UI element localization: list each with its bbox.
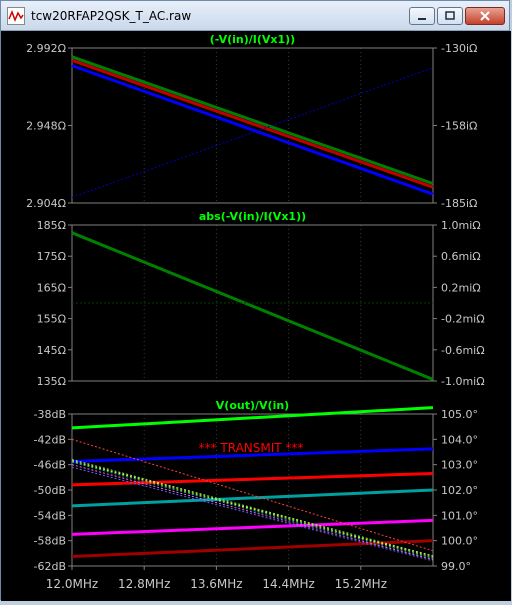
y2-tick-label: -1.0miΩ xyxy=(441,375,485,388)
y2-tick-label: 0.6miΩ xyxy=(441,250,481,263)
plot-panel-1: (-V(in)/I(Vx1)) 2.992Ω 2.948Ω 2.904Ω -130iΩ -… xyxy=(26,33,477,210)
minimize-button[interactable] xyxy=(409,7,435,25)
maximize-icon xyxy=(445,11,455,20)
y-tick-label: 2.992Ω xyxy=(26,42,66,55)
plot-title: V(out)/V(in) xyxy=(216,399,289,412)
x-tick-label: 15.2MHz xyxy=(335,577,387,591)
y2-tick-label: 0.2miΩ xyxy=(441,281,481,294)
y-tick-label: 135Ω xyxy=(37,375,66,388)
y2-tick-label: -130iΩ xyxy=(441,42,477,55)
y-tick-label: 2.948Ω xyxy=(26,120,66,133)
phase-trace xyxy=(71,67,434,198)
y-tick-label: 155Ω xyxy=(37,313,66,326)
y-tick-label: -54dB xyxy=(34,509,67,522)
y2-tick-label: 105.0° xyxy=(441,408,478,421)
y2-tick-label: -0.2miΩ xyxy=(441,313,485,326)
y-tick-label: 175Ω xyxy=(37,250,66,263)
plot-frame xyxy=(71,47,434,204)
y-tick-label: 2.904Ω xyxy=(26,197,66,210)
waveform-icon xyxy=(7,6,25,25)
magnitude-trace xyxy=(71,58,434,189)
transmit-annotation: *** TRANSMIT *** xyxy=(199,441,304,455)
x-tick-label: 12.0MHz xyxy=(46,577,98,591)
magnitude-trace xyxy=(71,231,434,381)
y-tick-label: 185Ω xyxy=(37,219,66,232)
y-tick-label: -46dB xyxy=(34,459,67,472)
y2-tick-label: -158iΩ xyxy=(441,120,477,133)
title-bar[interactable]: tcw20RFAP2QSK_T_AC.raw xyxy=(1,1,509,31)
app-window: tcw20RFAP2QSK_T_AC.raw (-V(in)/I(Vx1)) 2.… xyxy=(0,0,511,601)
y-tick-label: -58dB xyxy=(34,535,67,548)
y-tick-label: 165Ω xyxy=(37,281,66,294)
y2-tick-label: 104.0° xyxy=(441,433,478,446)
maximize-button[interactable] xyxy=(437,7,463,25)
y2-tick-label: 103.0° xyxy=(441,459,478,472)
magnitude-trace xyxy=(71,488,434,508)
waveform-viewer[interactable]: (-V(in)/I(Vx1)) 2.992Ω 2.948Ω 2.904Ω -130iΩ -… xyxy=(1,31,511,601)
plot-title: (-V(in)/I(Vx1)) xyxy=(210,33,295,46)
magnitude-trace xyxy=(71,518,434,536)
y2-tick-label: 100.0° xyxy=(441,535,478,548)
x-tick-label: 12.8MHz xyxy=(118,577,170,591)
y2-tick-label: -185iΩ xyxy=(441,197,477,210)
plot-title: abs(-V(in)/I(Vx1)) xyxy=(199,210,306,223)
plot-panel-2: abs(-V(in)/I(Vx1)) 185Ω 175Ω 165Ω 155Ω 145Ω 13… xyxy=(37,210,485,388)
y2-tick-label: 101.0° xyxy=(441,509,478,522)
x-tick-label: 14.4MHz xyxy=(262,577,314,591)
y2-tick-label: 102.0° xyxy=(441,484,478,497)
y-tick-label: 145Ω xyxy=(37,344,66,357)
y-tick-label: -62dB xyxy=(34,560,67,573)
plot-canvas[interactable]: (-V(in)/I(Vx1)) 2.992Ω 2.948Ω 2.904Ω -130iΩ -… xyxy=(1,31,511,601)
phase-trace xyxy=(71,466,434,562)
minimize-icon xyxy=(418,18,426,20)
magnitude-trace xyxy=(71,64,434,196)
window-title: tcw20RFAP2QSK_T_AC.raw xyxy=(31,8,192,23)
close-button[interactable] xyxy=(465,7,505,25)
plot-panel-3: V(out)/V(in) -38dB -42dB -46dB -50dB -54dB -58… xyxy=(34,399,479,573)
y2-tick-label: 1.0miΩ xyxy=(441,219,481,232)
close-icon xyxy=(480,11,490,21)
y-tick-label: -38dB xyxy=(34,408,67,421)
x-tick-label: 13.6MHz xyxy=(190,577,242,591)
magnitude-trace xyxy=(71,55,434,186)
y2-tick-label: -0.6miΩ xyxy=(441,344,485,357)
y-tick-label: -50dB xyxy=(34,484,67,497)
y-tick-label: -42dB xyxy=(34,433,67,446)
y2-tick-label: 99.0° xyxy=(441,560,471,573)
